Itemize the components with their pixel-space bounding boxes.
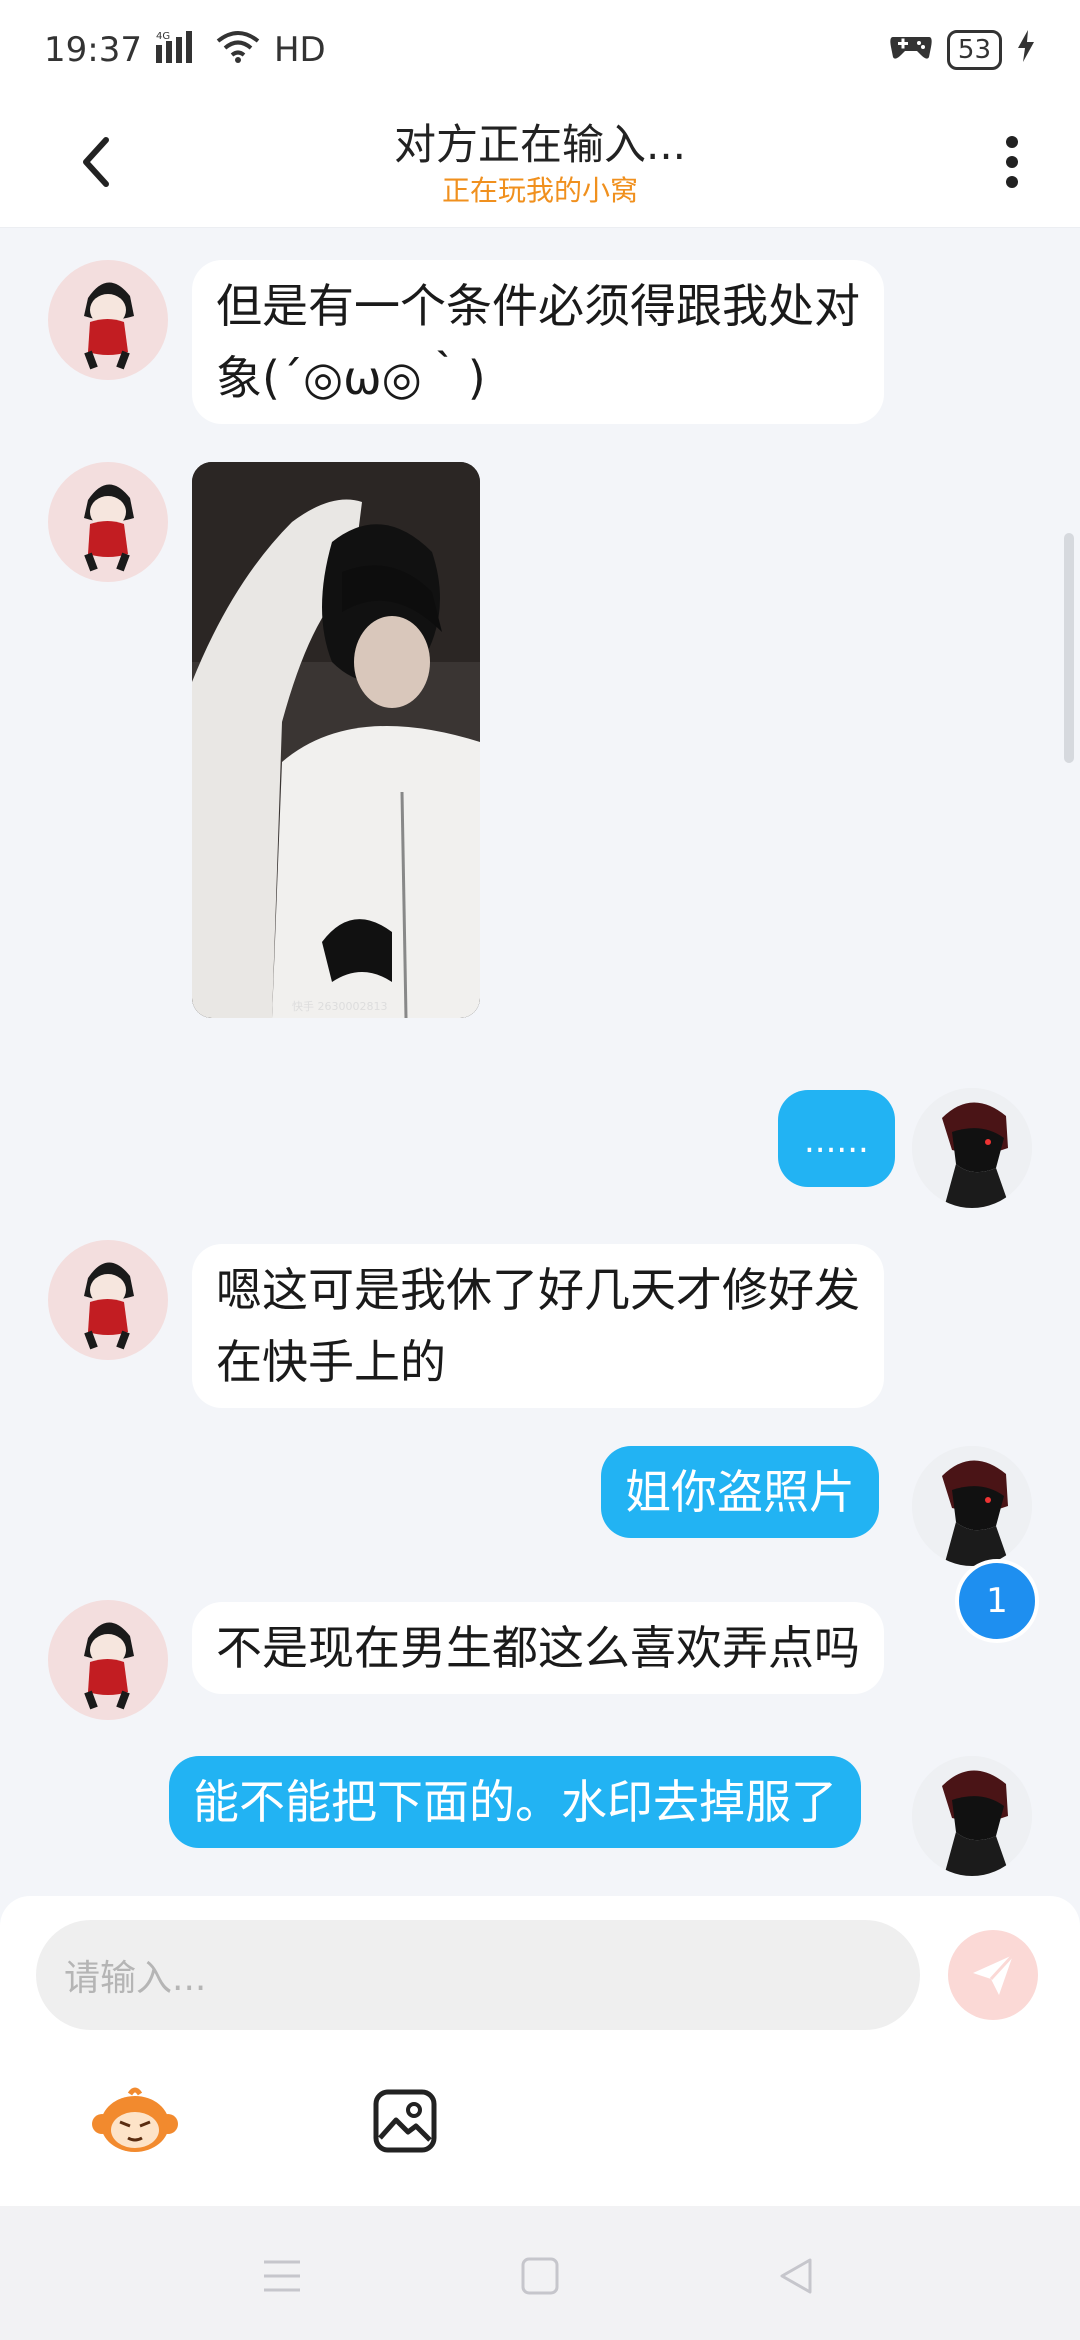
message-text-line: 嗯这可是我休了好几天才修好发 [216, 1263, 860, 1317]
message-text: 姐你盗照片 [625, 1465, 855, 1519]
svg-text:4G: 4G [156, 31, 170, 42]
message-text: 能不能把下面的。水印去掉服了 [193, 1775, 837, 1829]
contact-avatar[interactable] [48, 260, 168, 380]
chat-header: 对方正在输入... 正在玩我的小窝 [0, 100, 1080, 228]
photo-of-person [192, 462, 480, 1018]
contact-avatar[interactable] [48, 1240, 168, 1360]
chibi-character-avatar [84, 1622, 134, 1710]
recent-apps-button[interactable] [252, 2246, 312, 2306]
signal-icon: 4G [155, 29, 202, 72]
user-avatar[interactable] [912, 1446, 1032, 1566]
triangle-back-icon [780, 2258, 812, 2294]
paper-plane-icon [973, 1953, 1015, 1995]
monkey-emoji-icon [92, 2087, 178, 2152]
message-bubble-sent[interactable]: ...... [778, 1090, 895, 1187]
wifi-icon [216, 29, 260, 72]
game-mode-icon [889, 29, 933, 72]
battery-indicator: 53 [946, 30, 1002, 70]
page-subtitle: 正在玩我的小窝 [441, 173, 638, 207]
image-picker-button[interactable] [360, 2076, 450, 2166]
message-bubble-received[interactable]: 不是现在男生都这么喜欢弄点吗 [192, 1602, 884, 1694]
message-bubble-received[interactable]: 嗯这可是我休了好几天才修好发 在快手上的 [192, 1244, 884, 1408]
composer-panel: 请输入... [0, 1896, 1080, 2206]
chibi-character-avatar [84, 1262, 134, 1350]
chevron-left-icon [83, 137, 109, 187]
back-button[interactable] [60, 126, 132, 198]
title-block: 对方正在输入... 正在玩我的小窝 [394, 118, 686, 210]
unread-count-badge[interactable]: 1 [955, 1559, 1039, 1643]
more-vertical-icon [1006, 136, 1018, 188]
charging-icon [1016, 29, 1036, 71]
message-text-line: 但是有一个条件必须得跟我处对 [216, 279, 860, 333]
dark-character-avatar [912, 1756, 1032, 1876]
send-button[interactable] [948, 1930, 1038, 2020]
message-text: ...... [804, 1121, 869, 1161]
message-list[interactable]: 但是有一个条件必须得跟我处对 象(´◎ω◎｀) 快手 2630002813 ..… [0, 228, 1080, 1896]
more-options-button[interactable] [988, 126, 1036, 198]
system-back-button[interactable] [766, 2246, 826, 2306]
dark-character-avatar [912, 1088, 1032, 1208]
contact-avatar[interactable] [48, 462, 168, 582]
chibi-character-avatar [84, 282, 134, 370]
message-image[interactable]: 快手 2630002813 [192, 462, 480, 1018]
user-avatar[interactable] [912, 1088, 1032, 1208]
message-text-line: 不是现在男生都这么喜欢弄点吗 [216, 1621, 860, 1675]
chibi-character-avatar [84, 484, 134, 572]
system-nav-bar [0, 2206, 1080, 2340]
hd-label: HD [273, 30, 326, 70]
message-text-line: 象(´◎ω◎｀) [216, 351, 486, 405]
dark-character-avatar [912, 1446, 1032, 1566]
scrollbar[interactable] [1064, 533, 1074, 763]
image-icon [373, 2089, 437, 2153]
status-bar: 19:37 4G HD 53 [0, 0, 1080, 100]
page-title: 对方正在输入... [393, 119, 687, 169]
status-time: 19:37 [44, 30, 142, 70]
message-bubble-sent[interactable]: 姐你盗照片 [601, 1446, 879, 1538]
message-input[interactable]: 请输入... [36, 1920, 920, 2030]
message-text-line: 在快手上的 [216, 1335, 446, 1389]
message-bubble-sent[interactable]: 能不能把下面的。水印去掉服了 [169, 1756, 861, 1848]
user-avatar[interactable] [912, 1756, 1032, 1876]
menu-lines-icon [264, 2260, 300, 2292]
square-icon [521, 2257, 559, 2295]
contact-avatar[interactable] [48, 1600, 168, 1720]
home-button[interactable] [510, 2246, 570, 2306]
watermark-text: 快手 2630002813 [292, 1000, 388, 1013]
message-bubble-received[interactable]: 但是有一个条件必须得跟我处对 象(´◎ω◎｀) [192, 260, 884, 424]
emoji-button[interactable] [90, 2076, 180, 2166]
